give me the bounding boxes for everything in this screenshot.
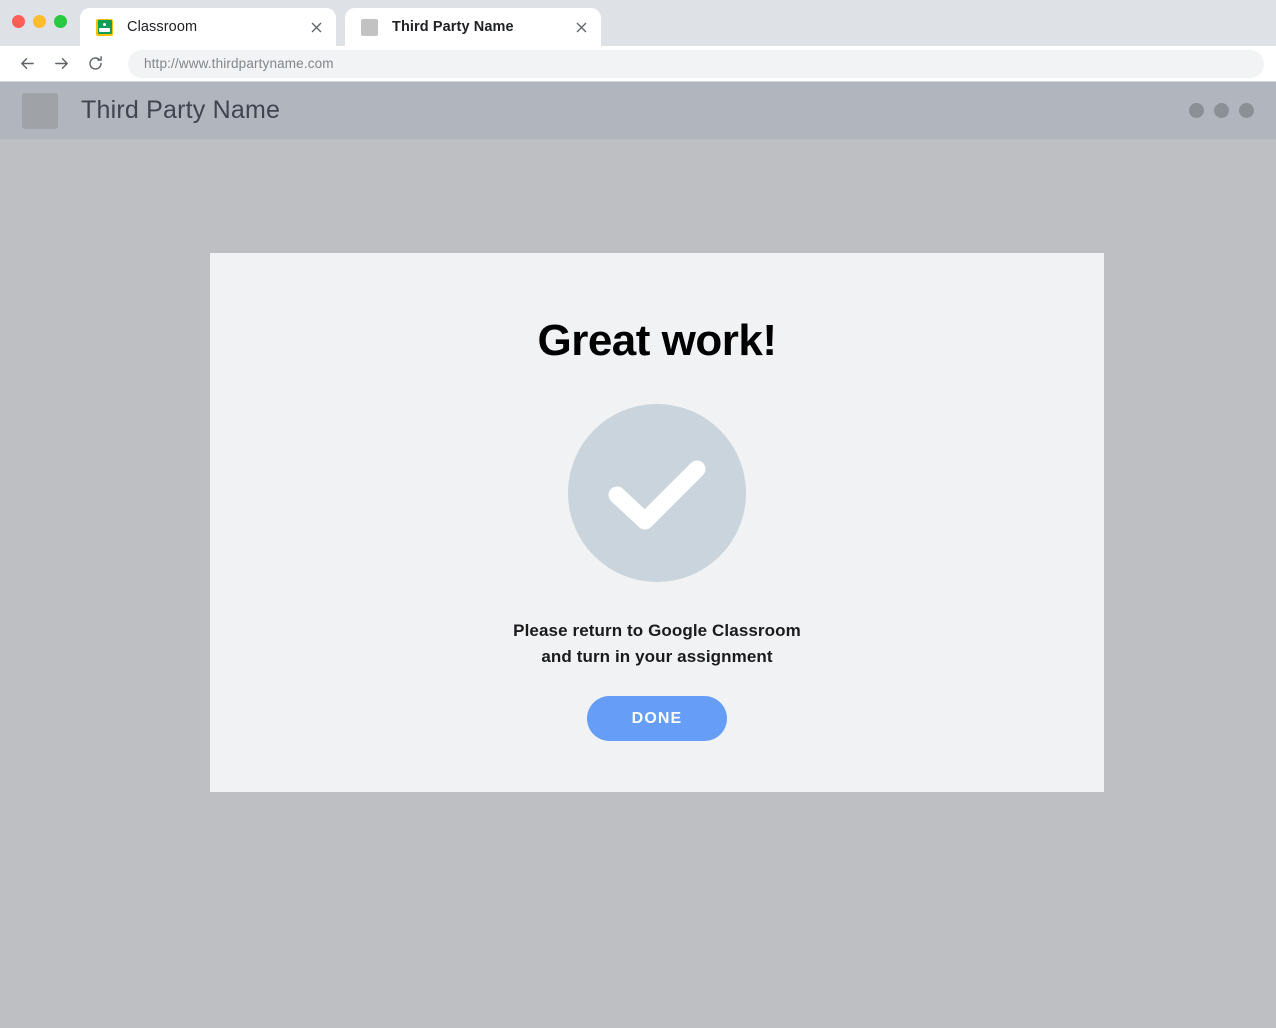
site-logo-placeholder — [22, 92, 58, 129]
completion-message-line-2: and turn in your assignment — [541, 647, 773, 666]
window-minimize-button[interactable] — [33, 15, 46, 28]
completion-card: Great work! Please return to Google Clas… — [210, 253, 1104, 792]
tab-close-icon[interactable] — [571, 17, 591, 37]
dot-3-icon — [1239, 103, 1254, 118]
forward-button[interactable] — [46, 49, 76, 79]
window-traffic-lights — [12, 15, 67, 28]
header-menu-dots[interactable] — [1189, 103, 1254, 118]
completion-message-line-1: Please return to Google Classroom — [513, 621, 801, 640]
browser-chrome: Classroom Third Party Name http://www.th… — [0, 0, 1276, 82]
tab-strip: Classroom Third Party Name — [0, 0, 1276, 46]
done-button[interactable]: DONE — [587, 696, 727, 741]
dot-1-icon — [1189, 103, 1204, 118]
reload-button[interactable] — [80, 49, 110, 79]
browser-toolbar: http://www.thirdpartyname.com — [0, 46, 1276, 82]
generic-site-icon — [361, 18, 378, 36]
completion-message: Please return to Google Classroom and tu… — [513, 618, 801, 670]
window-close-button[interactable] — [12, 15, 25, 28]
url-text: http://www.thirdpartyname.com — [144, 56, 334, 71]
back-button[interactable] — [12, 49, 42, 79]
page-title: Great work! — [537, 316, 777, 365]
tabs-container: Classroom Third Party Name — [80, 8, 601, 46]
site-header: Third Party Name — [0, 82, 1276, 139]
tab-close-icon[interactable] — [306, 17, 326, 37]
dot-2-icon — [1214, 103, 1229, 118]
tab-title: Classroom — [127, 19, 198, 35]
tab-classroom[interactable]: Classroom — [80, 8, 336, 46]
address-bar[interactable]: http://www.thirdpartyname.com — [128, 49, 1264, 78]
check-circle-icon — [568, 404, 746, 582]
site-title: Third Party Name — [81, 96, 281, 124]
tab-title: Third Party Name — [392, 19, 514, 35]
tab-third-party-name[interactable]: Third Party Name — [345, 8, 601, 46]
window-maximize-button[interactable] — [54, 15, 67, 28]
page-body: Great work! Please return to Google Clas… — [0, 139, 1276, 1024]
google-classroom-icon — [96, 18, 113, 36]
